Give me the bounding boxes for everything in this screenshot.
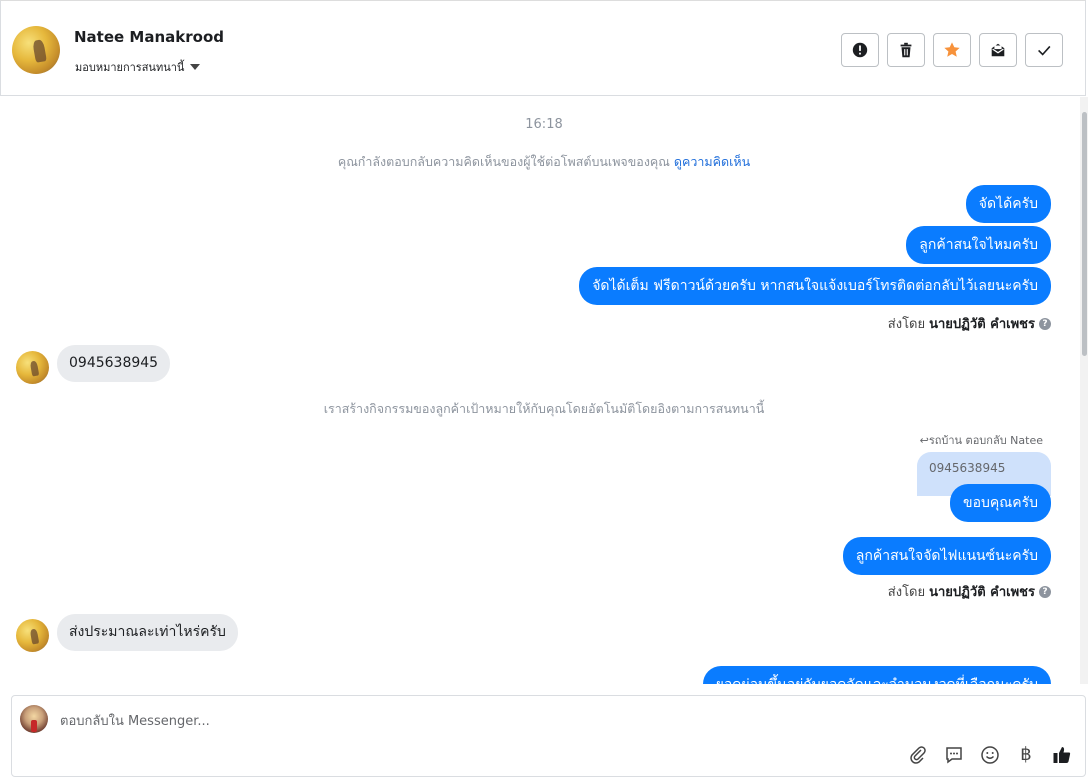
reply-input[interactable]: ตอบกลับใน Messenger...: [60, 710, 210, 731]
help-icon[interactable]: ?: [1039, 317, 1051, 330]
outgoing-message[interactable]: ยอดผ่อนขึ้นอยู่กับยอดจัดและจำนวนงวดที่เล…: [702, 666, 1051, 684]
contact-avatar-small[interactable]: [16, 619, 49, 652]
message-thread[interactable]: 16:18 คุณกำลังตอบกลับความคิดเห็นของผู้ใช…: [0, 97, 1080, 684]
trash-icon: [900, 42, 912, 58]
outgoing-message[interactable]: จัดได้ครับ: [965, 185, 1051, 223]
outgoing-message[interactable]: ขอบคุณครับ: [950, 484, 1051, 522]
lead-activity-note: เราสร้างกิจกรรมของลูกค้าเป้าหมายให้กับคุ…: [323, 401, 765, 416]
header-actions: [841, 33, 1063, 67]
composer-tools: ฿: [907, 744, 1073, 766]
outgoing-message[interactable]: จัดได้เต็ม ฟรีดาวน์ด้วยครับ หากสนใจแจ้งเ…: [579, 267, 1051, 305]
outgoing-message[interactable]: ลูกค้าสนใจไหมครับ: [906, 226, 1051, 264]
payment-button[interactable]: ฿: [1015, 744, 1037, 766]
star-icon: [944, 42, 960, 57]
view-comment-link[interactable]: ดูความคิดเห็น: [674, 154, 750, 169]
emoji-icon: [981, 746, 999, 764]
comment-reply-note: คุณกำลังตอบกลับความคิดเห็นของผู้ใช้ต่อโพ…: [337, 154, 751, 169]
sender-name: นายปฏิวัติ คำเพชร: [929, 585, 1035, 600]
alert-icon: [852, 42, 868, 58]
mark-unread-icon: [991, 43, 1005, 57]
mark-done-button[interactable]: [1025, 33, 1063, 67]
thread-scrollbar-thumb[interactable]: [1082, 112, 1087, 356]
message-timestamp: 16:18: [525, 117, 563, 132]
attach-icon: [910, 746, 926, 764]
mark-unread-button[interactable]: [979, 33, 1017, 67]
reply-composer: ตอบกลับใน Messenger... ฿: [11, 695, 1086, 777]
baht-icon: ฿: [1020, 744, 1032, 765]
incoming-message[interactable]: ส่งประมาณละเท่าไหร่ครับ: [57, 614, 238, 651]
outgoing-message[interactable]: ลูกค้าสนใจจัดไฟแนนซ์นะครับ: [842, 537, 1051, 575]
emoji-button[interactable]: [979, 744, 1001, 766]
assign-label: มอบหมายการสนทนานี้: [75, 61, 185, 74]
incoming-message[interactable]: 0945638945: [57, 345, 171, 382]
star-button[interactable]: [933, 33, 971, 67]
like-button[interactable]: [1051, 744, 1073, 766]
reply-context-label: ↩รถบ้าน ตอบกลับ Natee: [919, 434, 1043, 447]
like-icon: [1053, 747, 1071, 763]
conversation-header: Natee Manakrood มอบหมายการสนทนานี้: [0, 0, 1086, 96]
sent-by-line: ส่งโดย นายปฏิวัติ คำเพชร ?: [888, 313, 1051, 334]
reply-arrow-icon: ↩: [919, 434, 929, 447]
assign-conversation-dropdown[interactable]: มอบหมายการสนทนานี้: [75, 58, 201, 76]
saved-reply-icon: [946, 747, 962, 764]
contact-avatar-small[interactable]: [16, 351, 49, 384]
help-icon[interactable]: ?: [1039, 585, 1051, 598]
page-avatar: [20, 705, 48, 733]
mark-spam-button[interactable]: [841, 33, 879, 67]
caret-down-icon: [190, 64, 201, 70]
contact-avatar[interactable]: [12, 26, 60, 74]
sent-by-line: ส่งโดย นายปฏิวัติ คำเพชร ?: [888, 581, 1051, 602]
attach-button[interactable]: [907, 744, 929, 766]
sender-name: นายปฏิวัติ คำเพชร: [929, 317, 1035, 332]
check-icon: [1038, 45, 1051, 56]
contact-name[interactable]: Natee Manakrood: [74, 28, 224, 46]
saved-replies-button[interactable]: [943, 744, 965, 766]
delete-button[interactable]: [887, 33, 925, 67]
